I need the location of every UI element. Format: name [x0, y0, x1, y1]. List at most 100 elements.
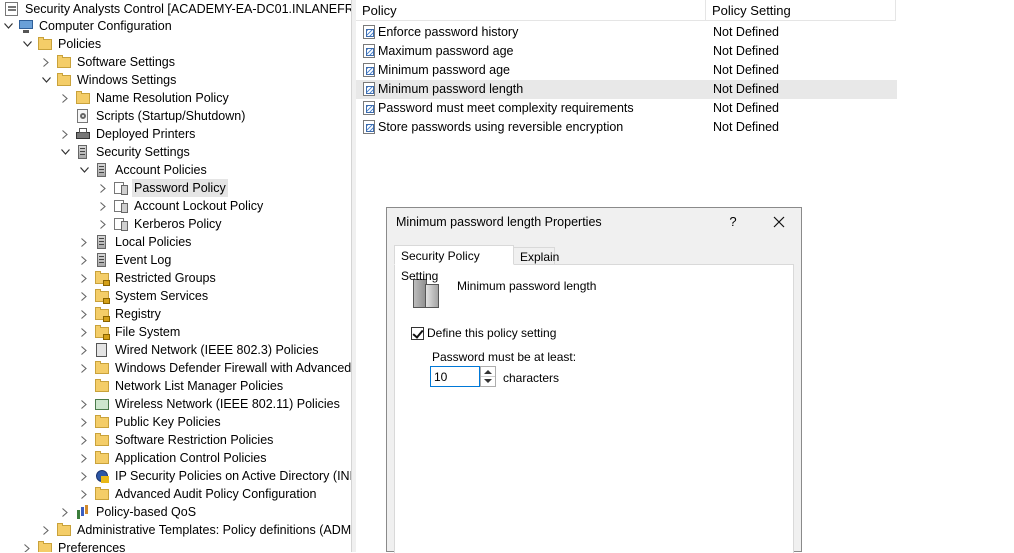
tree-item[interactable]: Policy-based QoS	[59, 503, 198, 521]
tree-item-label: Network List Manager Policies	[115, 379, 284, 393]
chevron-right-icon[interactable]	[78, 233, 90, 251]
chevron-right-icon[interactable]	[59, 503, 71, 521]
tree-item-label: Name Resolution Policy	[96, 91, 229, 105]
policy-row[interactable]: Store passwords using reversible encrypt…	[356, 118, 897, 137]
tree-item[interactable]: Software Settings	[40, 53, 177, 71]
tab-security-policy-setting[interactable]: Security Policy Setting	[394, 245, 514, 283]
tree-item[interactable]: Account Policies	[78, 161, 209, 179]
chevron-down-icon[interactable]	[2, 17, 14, 35]
tree-item[interactable]: Wired Network (IEEE 802.3) Policies	[78, 341, 321, 359]
policy-value: Not Defined	[713, 44, 780, 58]
spin-up-button[interactable]	[481, 367, 495, 377]
column-header-policy[interactable]: Policy	[356, 0, 706, 21]
tree-item[interactable]: Event Log	[78, 251, 173, 269]
tab-explain[interactable]: Explain	[513, 247, 559, 265]
window-title-row[interactable]: Security Analysts Control [ACADEMY-EA-DC…	[0, 0, 351, 18]
chevron-right-icon[interactable]	[78, 431, 90, 449]
policy-row[interactable]: Minimum password age Not Defined	[356, 61, 897, 80]
gpo-root-icon	[4, 1, 20, 17]
chevron-right-icon[interactable]	[59, 89, 71, 107]
chevron-right-icon[interactable]	[78, 395, 90, 413]
chevron-right-icon[interactable]	[78, 359, 90, 377]
chevron-down-icon[interactable]	[40, 71, 52, 89]
lock-icon	[103, 316, 110, 322]
column-header-policy-label: Policy	[362, 3, 397, 18]
chevron-right-icon[interactable]	[40, 53, 52, 71]
policy-setting-icon	[363, 25, 377, 39]
chevron-right-icon[interactable]	[21, 539, 33, 552]
policy-setting-icon	[363, 82, 377, 96]
tree-item[interactable]: Restricted Groups	[78, 269, 218, 287]
define-policy-label[interactable]: Define this policy setting	[427, 326, 556, 340]
policy-row[interactable]: Minimum password length Not Defined	[356, 80, 897, 99]
dialog-title: Minimum password length Properties	[396, 215, 602, 229]
chevron-right-icon[interactable]	[78, 413, 90, 431]
folder-icon	[56, 72, 72, 88]
policy-name: Minimum password length	[378, 82, 524, 96]
tree-item[interactable]: Scripts (Startup/Shutdown)	[59, 107, 247, 125]
chevron-right-icon[interactable]	[78, 323, 90, 341]
dialog-policy-name: Minimum password length	[457, 279, 597, 293]
locked-folder-icon	[94, 270, 110, 286]
chevron-down-icon[interactable]	[21, 35, 33, 53]
chevron-down-icon[interactable]	[59, 143, 71, 161]
tree-item[interactable]: Preferences	[21, 539, 127, 552]
chevron-right-icon[interactable]	[97, 197, 109, 215]
close-button[interactable]	[767, 211, 791, 233]
tree-item[interactable]: Deployed Printers	[59, 125, 197, 143]
tree-item[interactable]: File System	[78, 323, 182, 341]
help-button[interactable]: ?	[721, 211, 745, 233]
policy-row[interactable]: Maximum password age Not Defined	[356, 42, 897, 61]
tree-item[interactable]: Wireless Network (IEEE 802.11) Policies	[78, 395, 342, 413]
tree-item-label: Application Control Policies	[115, 451, 267, 465]
tree-item[interactable]: Application Control Policies	[78, 449, 268, 467]
folder-icon	[94, 486, 110, 502]
tree-item[interactable]: Policies	[21, 35, 103, 53]
chevron-right-icon[interactable]	[97, 179, 109, 197]
tree-item[interactable]: Kerberos Policy	[97, 215, 224, 233]
tree-item[interactable]: Network List Manager Policies	[78, 377, 285, 395]
tree-item[interactable]: Name Resolution Policy	[59, 89, 231, 107]
chevron-right-icon[interactable]	[78, 341, 90, 359]
tree-item-label: Advanced Audit Policy Configuration	[115, 487, 317, 501]
chevron-down-icon[interactable]	[78, 161, 90, 179]
chevron-right-icon[interactable]	[78, 251, 90, 269]
chevron-right-icon[interactable]	[59, 125, 71, 143]
chevron-right-icon[interactable]	[78, 449, 90, 467]
folder-icon	[56, 522, 72, 538]
tree-item[interactable]: Public Key Policies	[78, 413, 223, 431]
chevron-right-icon[interactable]	[78, 485, 90, 503]
tree-item[interactable]: Password Policy	[97, 179, 228, 197]
spin-down-button[interactable]	[481, 377, 495, 386]
tree-item[interactable]: Advanced Audit Policy Configuration	[78, 485, 319, 503]
wireless-network-icon	[94, 396, 110, 412]
define-policy-checkbox[interactable]	[411, 327, 424, 340]
folder-icon	[75, 90, 91, 106]
tree-item[interactable]: Computer Configuration	[2, 17, 174, 35]
tree-item[interactable]: Security Settings	[59, 143, 192, 161]
chevron-right-icon[interactable]	[40, 521, 52, 539]
tree-item[interactable]: Account Lockout Policy	[97, 197, 265, 215]
tree-item[interactable]: Registry	[78, 305, 163, 323]
tree-item[interactable]: IP Security Policies on Active Directory…	[78, 467, 351, 485]
folder-icon	[94, 450, 110, 466]
tree-item[interactable]: Software Restriction Policies	[78, 431, 275, 449]
tree-item[interactable]: Windows Defender Firewall with Advanced …	[78, 359, 351, 377]
tree-item[interactable]: System Services	[78, 287, 210, 305]
tree-item-label: Computer Configuration	[39, 19, 172, 33]
chevron-right-icon[interactable]	[78, 287, 90, 305]
policy-row[interactable]: Enforce password history Not Defined	[356, 23, 897, 42]
password-length-input[interactable]	[430, 366, 480, 387]
tree-item[interactable]: Local Policies	[78, 233, 193, 251]
chevron-right-icon[interactable]	[78, 305, 90, 323]
chevron-right-icon[interactable]	[97, 215, 109, 233]
column-header-policy-setting[interactable]: Policy Setting	[706, 0, 896, 21]
policy-name: Maximum password age	[378, 44, 514, 58]
tree-item[interactable]: Administrative Templates: Policy definit…	[40, 521, 351, 539]
chevron-right-icon[interactable]	[78, 467, 90, 485]
tree-item[interactable]: Windows Settings	[40, 71, 178, 89]
tree-item-label: Software Settings	[77, 55, 175, 69]
policy-row[interactable]: Password must meet complexity requiremen…	[356, 99, 897, 118]
chevron-right-icon[interactable]	[78, 269, 90, 287]
chevron-down-icon	[484, 379, 492, 383]
